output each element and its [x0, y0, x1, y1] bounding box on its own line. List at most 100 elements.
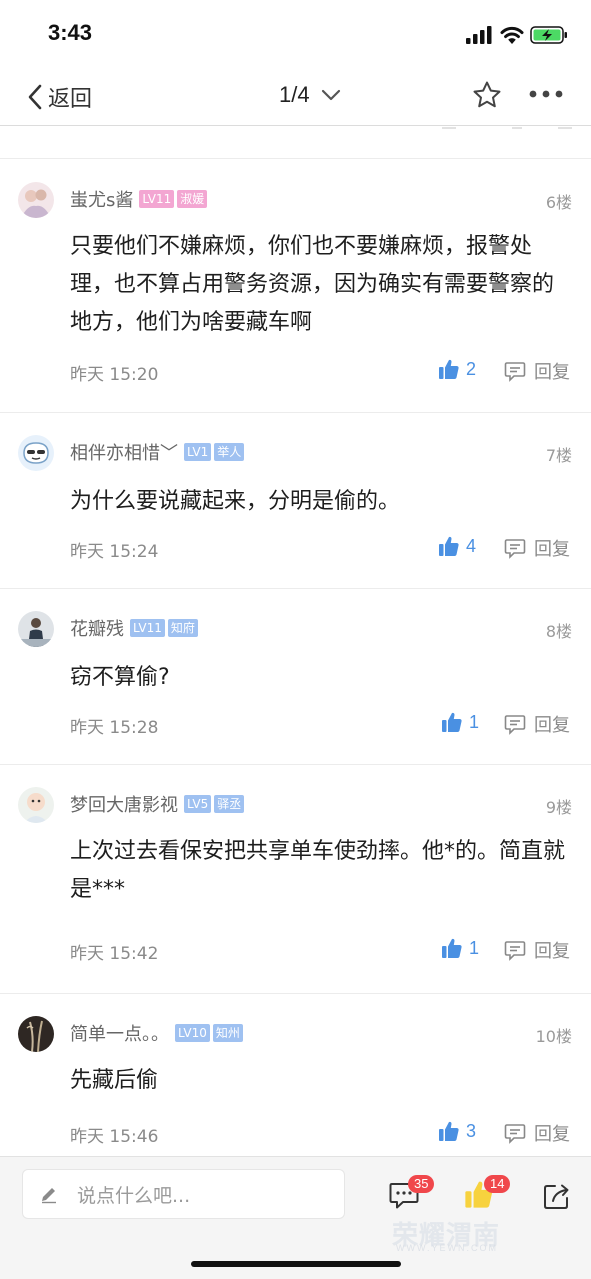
reply-label: 回复 [534, 1124, 570, 1145]
like-count: 1 [469, 711, 480, 732]
comment-text: 只要他们不嫌麻烦，你们也不要嫌麻烦，报警处理，也不算占用警务资源，因为确实有需要… [70, 234, 555, 335]
like-count-badge: 14 [484, 1175, 511, 1193]
wifi-icon [500, 26, 524, 44]
thumbs-up-icon [439, 1121, 459, 1141]
reply-label: 回复 [534, 715, 570, 736]
reply-label: 回复 [534, 362, 570, 383]
comment-item: 相伴亦相惜﹀ LV1 举人 7楼 为什么要说藏起来，分明是偷的。 昨天 15:2… [0, 413, 591, 589]
reply-button[interactable]: 回复 [504, 711, 570, 737]
title-badge: 知府 [167, 619, 198, 637]
user-info: 相伴亦相惜﹀ LV1 举人 [70, 440, 247, 464]
share-icon [544, 1184, 569, 1209]
user-info: 花瓣残 LV11 知府 [70, 616, 201, 640]
nav-bar: 返回 1/4 [0, 70, 591, 126]
comment-text: 上次过去看保安把共享单车使劲摔。他*的。简直就是*** [70, 839, 566, 902]
home-indicator[interactable] [191, 1261, 401, 1267]
comment-item: 蚩尤s酱 LV11 淑媛 6楼 只要他们不嫌麻烦，你们也不要嫌麻烦，报警处理，也… [0, 160, 591, 413]
reply-button[interactable]: 回复 [504, 1120, 570, 1146]
floor-number: 10楼 [535, 1027, 572, 1046]
floor-number: 9楼 [545, 798, 572, 817]
floor-number: 8楼 [545, 622, 572, 641]
reply-button[interactable]: 回复 [504, 358, 570, 384]
comments-button[interactable]: 35 [388, 1175, 435, 1211]
thumbs-up-icon [442, 712, 462, 732]
comment-time: 昨天 15:20 [70, 365, 159, 385]
share-button[interactable] [542, 1181, 572, 1211]
level-badge: LV1 [184, 443, 212, 461]
reply-bubble-icon [504, 539, 526, 559]
comment-time: 昨天 15:28 [70, 718, 159, 738]
username[interactable]: 简单一点。。 [70, 1020, 169, 1046]
favorite-star-icon[interactable] [472, 80, 502, 110]
thumbs-up-icon [439, 359, 459, 379]
thumbs-up-icon [439, 536, 459, 556]
back-label: 返回 [48, 87, 93, 112]
watermark-url: WWW.YEWN.COM [396, 1243, 498, 1253]
comment-text: 为什么要说藏起来，分明是偷的。 [70, 489, 401, 514]
page-selector[interactable]: 1/4 [279, 82, 342, 108]
avatar[interactable] [18, 435, 54, 471]
thumbs-up-icon [442, 938, 462, 958]
comment-input[interactable]: 说点什么吧... [22, 1169, 345, 1219]
like-count: 4 [466, 535, 477, 556]
reply-label: 回复 [534, 539, 570, 560]
status-bar: 3:43 [0, 0, 591, 70]
username[interactable]: 花瓣残 [70, 615, 124, 641]
user-info: 蚩尤s酱 LV11 淑媛 [70, 187, 210, 211]
username[interactable]: 相伴亦相惜﹀ [70, 439, 178, 465]
comment-text: 先藏后偷 [70, 1068, 159, 1093]
comment-text: 窃不算偷? [70, 665, 170, 690]
like-button[interactable]: 4 [438, 535, 476, 557]
title-badge: 淑媛 [177, 190, 208, 208]
reply-bubble-icon [504, 941, 526, 961]
comment-item: 简单一点。。 LV10 知州 10楼 先藏后偷 昨天 15:46 3 回复 [0, 994, 591, 1164]
like-count: 1 [469, 937, 480, 958]
like-count: 3 [466, 1120, 477, 1141]
chevron-left-icon [28, 84, 42, 110]
comment-time: 昨天 15:24 [70, 542, 159, 562]
avatar[interactable] [18, 611, 54, 647]
page-indicator-label: 1/4 [279, 82, 310, 107]
avatar[interactable] [18, 787, 54, 823]
bottom-action-bar: 说点什么吧... 35 14 荣耀渭南 WWW.YEWN.COM [0, 1156, 591, 1279]
reply-button[interactable]: 回复 [504, 535, 570, 561]
user-info: 梦回大唐影视 LV5 驿丞 [70, 792, 247, 816]
comment-time: 昨天 15:42 [70, 944, 159, 964]
level-badge: LV11 [139, 190, 175, 208]
comment-time: 昨天 15:46 [70, 1127, 159, 1147]
like-button[interactable]: 2 [438, 358, 476, 380]
pencil-icon [42, 1188, 56, 1204]
previous-comment-remnant [0, 127, 591, 159]
title-badge: 举人 [214, 443, 245, 461]
reply-label: 回复 [534, 941, 570, 962]
like-count: 2 [466, 358, 477, 379]
reply-bubble-icon [504, 715, 526, 735]
back-button[interactable]: 返回 [26, 80, 92, 114]
title-badge: 驿丞 [214, 795, 245, 813]
username[interactable]: 梦回大唐影视 [70, 791, 178, 817]
battery-charging-icon [530, 26, 567, 44]
like-button[interactable]: 1 [441, 937, 479, 959]
reply-button[interactable]: 回复 [504, 937, 570, 963]
avatar[interactable] [18, 182, 54, 218]
status-time: 3:43 [48, 20, 93, 45]
comment-input-placeholder: 说点什么吧... [77, 1184, 191, 1207]
title-badge: 知州 [212, 1024, 243, 1042]
comment-item: 梦回大唐影视 LV5 驿丞 9楼 上次过去看保安把共享单车使劲摔。他*的。简直就… [0, 765, 591, 994]
more-options-icon[interactable] [528, 84, 564, 104]
floor-number: 7楼 [545, 446, 572, 465]
like-post-button[interactable]: 14 [464, 1175, 511, 1211]
chevron-down-icon [321, 89, 340, 101]
level-badge: LV10 [175, 1024, 210, 1042]
floor-number: 6楼 [545, 193, 572, 212]
comment-list: 蚩尤s酱 LV11 淑媛 6楼 只要他们不嫌麻烦，你们也不要嫌麻烦，报警处理，也… [0, 160, 591, 1164]
reply-bubble-icon [504, 362, 526, 382]
username[interactable]: 蚩尤s酱 [70, 186, 133, 212]
user-info: 简单一点。。 LV10 知州 [70, 1021, 246, 1045]
level-badge: LV5 [184, 795, 212, 813]
comment-count-badge: 35 [408, 1175, 435, 1193]
like-button[interactable]: 1 [441, 711, 479, 733]
avatar[interactable] [18, 1016, 54, 1052]
comment-item: 花瓣残 LV11 知府 8楼 窃不算偷? 昨天 15:28 1 回复 [0, 589, 591, 765]
like-button[interactable]: 3 [438, 1120, 476, 1142]
